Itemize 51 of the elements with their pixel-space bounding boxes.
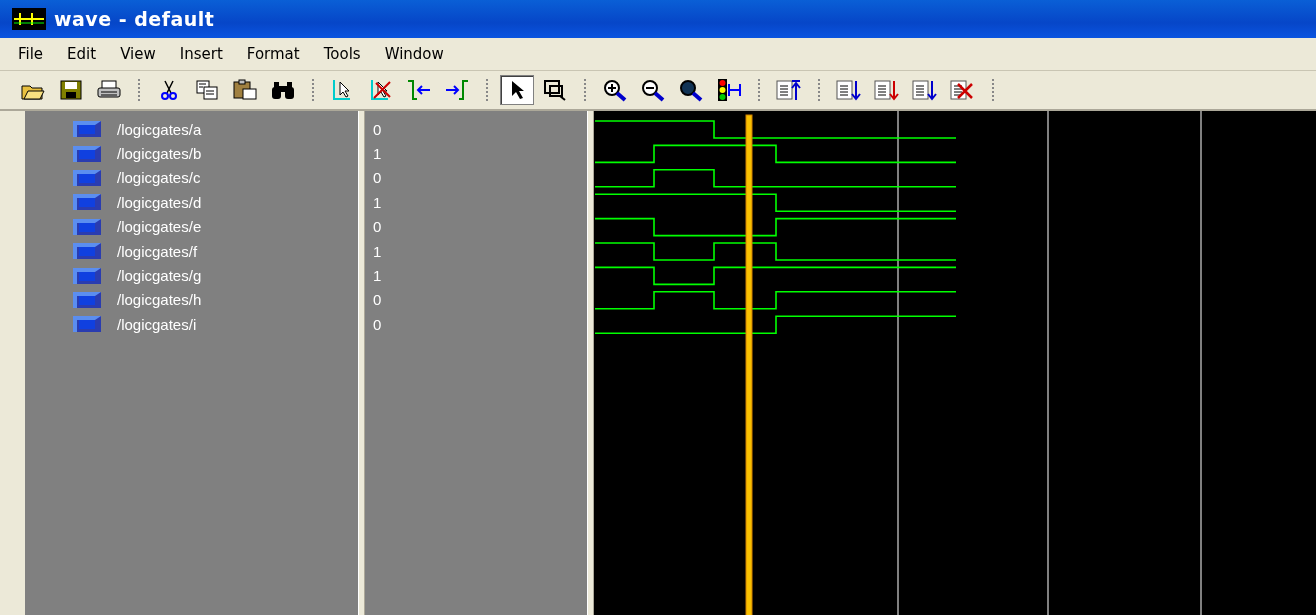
signal-value: 1 — [373, 193, 382, 211]
signal-name[interactable]: /logicgates/i — [117, 315, 197, 333]
signal-icon — [73, 291, 101, 308]
signal-name[interactable]: /logicgates/a — [117, 120, 202, 138]
paste-icon — [232, 78, 258, 102]
zoom-in-icon — [602, 78, 628, 102]
save-icon — [58, 78, 84, 102]
window-title: wave - default — [54, 8, 215, 30]
signal-icon — [73, 316, 101, 333]
signal-icon — [73, 218, 101, 235]
previous-edge-icon — [406, 78, 432, 102]
signal-value: 0 — [373, 218, 382, 236]
signal-value: 1 — [373, 145, 382, 163]
list-delete-icon — [950, 78, 976, 102]
signal-name[interactable]: /logicgates/d — [117, 193, 202, 211]
toolbar-button[interactable] — [500, 75, 534, 105]
menu-item[interactable]: Insert — [167, 45, 235, 63]
traffic-light-icon — [716, 78, 742, 102]
next-edge-icon — [444, 78, 470, 102]
menu-item[interactable]: Window — [372, 45, 456, 63]
signal-name[interactable]: /logicgates/c — [117, 169, 201, 187]
menu-item[interactable]: Edit — [55, 45, 109, 63]
waveform-app-icon — [12, 8, 46, 30]
signal-value: 1 — [373, 242, 382, 260]
signal-icon — [73, 243, 101, 260]
zoom-full-icon — [678, 78, 704, 102]
signal-icon — [73, 267, 101, 284]
signal-value: 0 — [373, 169, 382, 187]
menu-item[interactable]: Format — [234, 45, 312, 63]
signal-icon — [73, 194, 101, 211]
signal-icon — [73, 169, 101, 186]
signal-name[interactable]: /logicgates/g — [117, 267, 202, 285]
menu-item[interactable]: File — [6, 45, 56, 63]
signal-icon — [73, 145, 101, 162]
zoom-box-icon — [542, 78, 568, 102]
copy-icon — [194, 78, 220, 102]
delete-cursor-icon — [368, 78, 394, 102]
zoom-out-icon — [640, 78, 666, 102]
signal-value: 0 — [373, 291, 382, 309]
signal-value: 0 — [373, 120, 382, 138]
signal-icon — [73, 121, 101, 138]
signal-name[interactable]: /logicgates/h — [117, 291, 202, 309]
list-up-arrow-icon — [776, 78, 802, 102]
list-down-arrow-icon — [836, 78, 862, 102]
menu-item[interactable]: Tools — [311, 45, 373, 63]
signal-name[interactable]: /logicgates/b — [117, 145, 202, 163]
signal-value: 1 — [373, 267, 382, 285]
signal-value: 0 — [373, 315, 382, 333]
menu-item[interactable]: View — [108, 45, 168, 63]
signal-name[interactable]: /logicgates/f — [117, 242, 198, 260]
signal-name[interactable]: /logicgates/e — [117, 218, 202, 236]
